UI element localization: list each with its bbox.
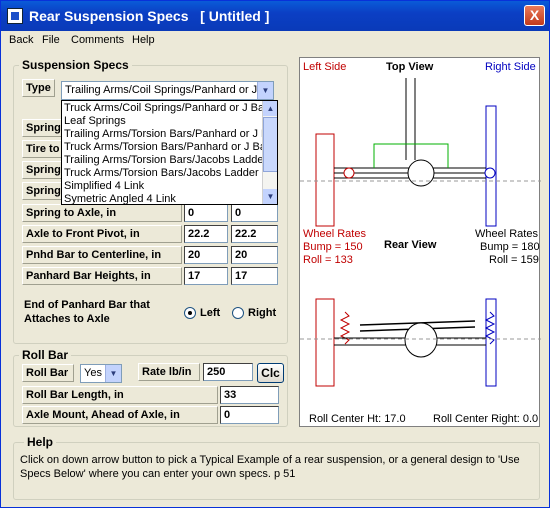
type-label: Type [22, 79, 55, 97]
chevron-down-icon[interactable]: ▼ [257, 82, 273, 99]
window-title: Rear Suspension Specs [ Untitled ] [29, 8, 270, 24]
spring-to-axle-label: Spring to Axle, in [22, 204, 182, 222]
help-text: Click on down arrow button to pick a Typ… [20, 454, 520, 480]
panhard-end-right-radio[interactable] [232, 307, 244, 319]
roll-bar-label: Roll Bar [22, 364, 74, 382]
title-bar: Rear Suspension Specs [ Untitled ] X [1, 1, 549, 31]
type-option[interactable]: Truck Arms/Torsion Bars/Jacobs Ladder [64, 167, 259, 180]
roll-center-ht-label: Roll Center Ht: 17.0 [309, 413, 406, 425]
pnhd-centerline-right[interactable]: 20 [231, 246, 278, 264]
axle-front-pivot-label: Axle to Front Pivot, in [22, 225, 182, 243]
spring-to-axle-left[interactable]: 0 [184, 204, 228, 222]
panhard-end-label: End of Panhard Bar that Attaches to Axle [24, 299, 150, 325]
suspension-diagram: Left Side Top View Right Side Wheel Rate… [299, 57, 541, 427]
type-select-value: Trailing Arms/Coil Springs/Panhard or J … [65, 84, 274, 96]
panhard-heights-right[interactable]: 17 [231, 267, 278, 285]
menu-comments[interactable]: Comments [71, 34, 124, 46]
roll-bar-legend: Roll Bar [19, 348, 72, 362]
pnhd-centerline-label: Pnhd Bar to Centerline, in [22, 246, 182, 264]
suspension-specs-legend: Suspension Specs [19, 58, 132, 72]
right-bump-label: Bump = 180 [480, 241, 540, 253]
right-wheel-rates-label: Wheel Rates [475, 228, 538, 240]
type-option[interactable]: Leaf Springs [64, 115, 126, 128]
rate-input[interactable]: 250 [203, 363, 253, 381]
type-option[interactable]: Truck Arms/Torsion Bars/Panhard or J Bar [64, 141, 270, 154]
panhard-heights-left[interactable]: 17 [184, 267, 228, 285]
panhard-end-right-label[interactable]: Right [248, 307, 276, 319]
scroll-thumb[interactable] [263, 117, 277, 172]
rate-label: Rate lb/in [138, 363, 200, 381]
axle-mount-input[interactable]: 0 [220, 406, 279, 424]
type-option[interactable]: Symetric Angled 4 Link [64, 193, 176, 204]
dropdown-scrollbar[interactable]: ▲ ▼ [262, 101, 277, 204]
roll-bar-select-value: Yes [84, 367, 102, 379]
roll-bar-length-label: Roll Bar Length, in [22, 386, 218, 404]
roll-center-right-label: Roll Center Right: 0.0 [433, 413, 539, 425]
right-roll-label: Roll = 159 [489, 254, 539, 266]
close-button[interactable]: X [524, 5, 545, 26]
scroll-down-icon[interactable]: ▼ [263, 189, 277, 204]
type-dropdown-list: Truck Arms/Coil Springs/Panhard or J Bar… [61, 100, 278, 205]
type-option[interactable]: Trailing Arms/Torsion Bars/Panhard or J … [64, 128, 277, 141]
spring-to-axle-right[interactable]: 0 [231, 204, 278, 222]
panhard-end-left-radio[interactable] [184, 307, 196, 319]
app-icon [7, 8, 23, 24]
chevron-down-icon[interactable]: ▼ [105, 365, 121, 382]
rear-view-label: Rear View [384, 239, 437, 251]
menu-back[interactable]: Back [9, 34, 33, 46]
type-option[interactable]: Trailing Arms/Torsion Bars/Jacobs Ladder [64, 154, 267, 167]
type-option[interactable]: Simplified 4 Link [64, 180, 144, 193]
clc-button[interactable]: Clc [257, 363, 284, 383]
left-roll-label: Roll = 133 [303, 254, 353, 266]
panhard-heights-label: Panhard Bar Heights, in [22, 267, 182, 285]
menu-file[interactable]: File [42, 34, 60, 46]
axle-mount-label: Axle Mount, Ahead of Axle, in [22, 406, 218, 424]
scroll-up-icon[interactable]: ▲ [263, 101, 277, 116]
panhard-end-left-label[interactable]: Left [200, 307, 220, 319]
type-option[interactable]: Truck Arms/Coil Springs/Panhard or J Bar [64, 102, 268, 115]
menu-help[interactable]: Help [132, 34, 155, 46]
axle-front-pivot-right[interactable]: 22.2 [231, 225, 278, 243]
menu-bar: Back File Comments Help [1, 31, 549, 51]
roll-bar-length-input[interactable]: 33 [220, 386, 279, 404]
help-legend: Help [24, 435, 57, 449]
roll-bar-select[interactable]: Yes ▼ [80, 364, 122, 383]
axle-front-pivot-left[interactable]: 22.2 [184, 225, 228, 243]
window: Rear Suspension Specs [ Untitled ] X Bac… [0, 0, 550, 508]
pnhd-centerline-left[interactable]: 20 [184, 246, 228, 264]
type-select[interactable]: Trailing Arms/Coil Springs/Panhard or J … [61, 81, 274, 100]
left-wheel-rates-label: Wheel Rates [303, 228, 366, 240]
left-bump-label: Bump = 150 [303, 241, 363, 253]
